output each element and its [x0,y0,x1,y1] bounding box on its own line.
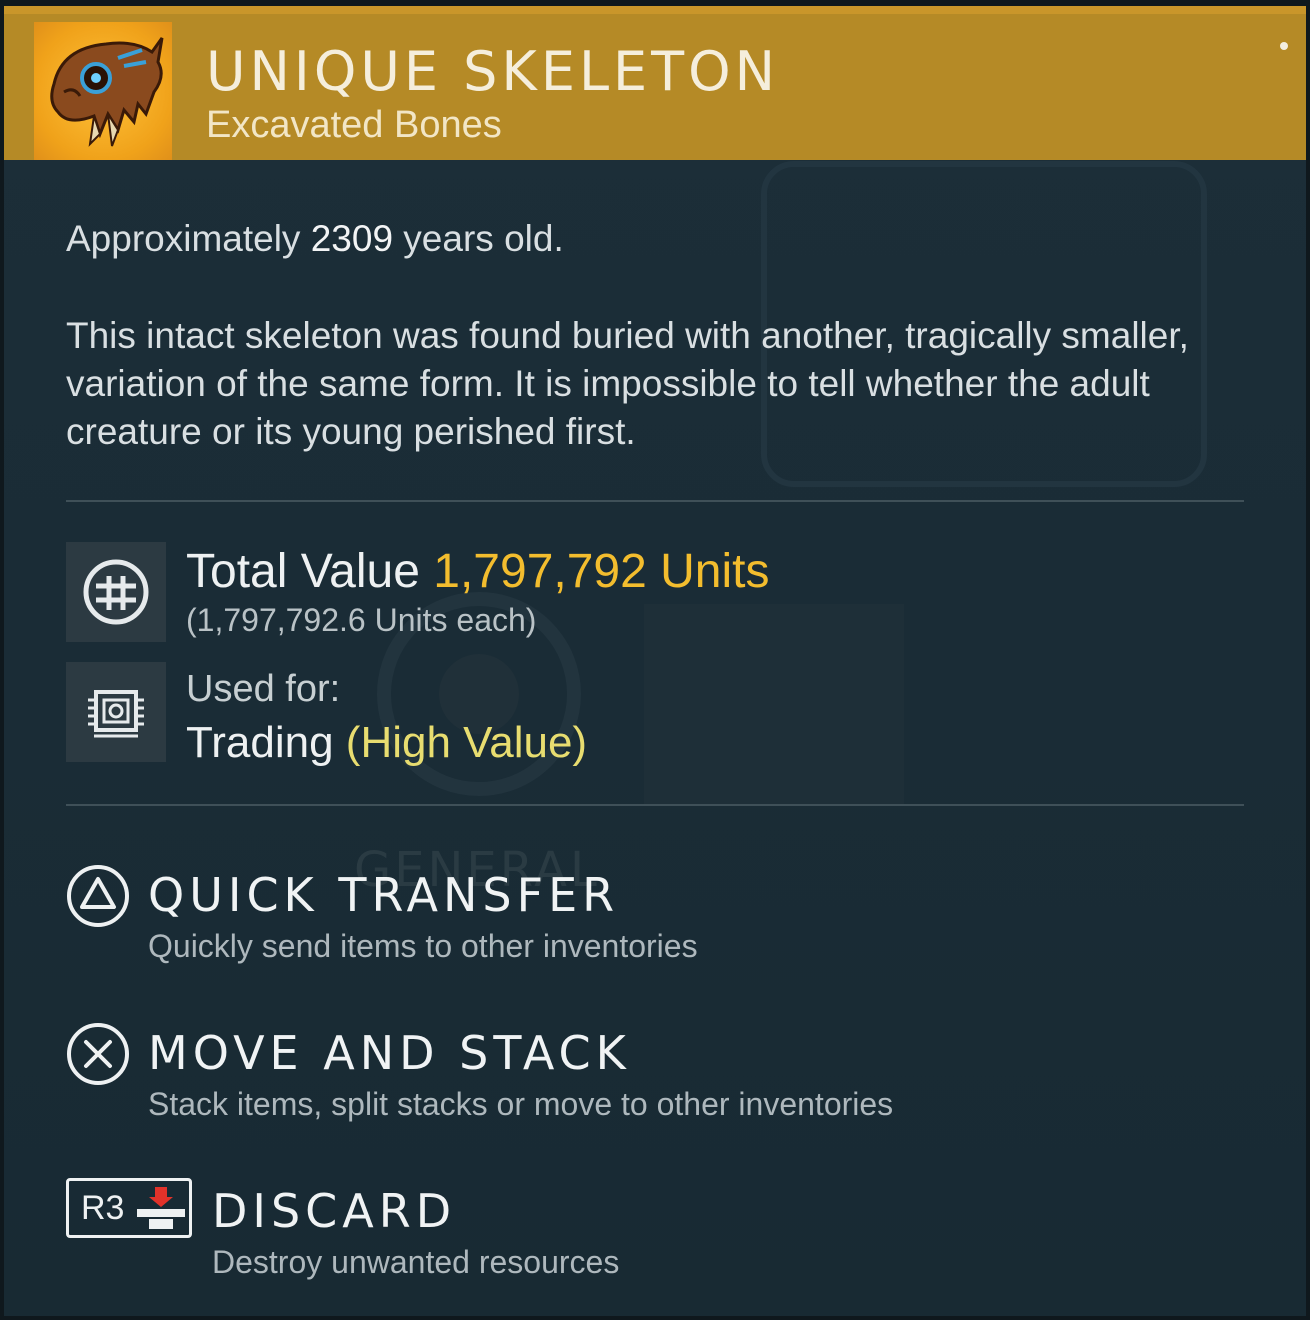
divider [66,804,1244,806]
item-header: UNIQUE SKELETON Excavated Bones [4,14,1306,160]
age-number: 2309 [310,218,394,259]
total-value: Total Value 1,797,792 Units [186,545,770,598]
total-value-amount: 1,797,792 Units [433,545,770,598]
action-description: Stack items, split stacks or move to oth… [148,1086,894,1122]
used-for-value: Trading (High Value) [186,718,588,767]
cross-button-icon [66,1022,130,1086]
item-category: Excavated Bones [206,104,502,146]
action-title: QUICK TRANSFER [148,868,620,922]
action-description: Quickly send items to other inventories [148,928,698,964]
high-value-tag: (High Value) [333,718,588,767]
r3-button-label: R3 [81,1189,125,1227]
triangle-button-icon [66,864,130,928]
discard-action[interactable]: R3 DISCARD Destroy unwanted resources [66,1178,686,1288]
move-and-stack-action[interactable]: MOVE AND STACK Stack items, split stacks… [66,1020,1026,1130]
action-title: MOVE AND STACK [148,1026,631,1080]
trade-chip-icon [66,662,166,762]
unit-price: (1,797,792.6 Units each) [186,602,537,638]
notification-dot [1280,42,1288,50]
r3-button-icon: R3 [66,1178,192,1238]
item-description: This intact skeleton was found buried wi… [66,315,1189,452]
divider [66,500,1244,502]
item-age: Approximately 2309 years old. [66,218,564,259]
action-description: Destroy unwanted resources [212,1244,620,1280]
item-tooltip-panel: UNIQUE SKELETON Excavated Bones Approxim… [4,6,1306,1316]
units-currency-icon [66,542,166,642]
action-title: DISCARD [212,1184,457,1238]
skull-icon [34,22,172,160]
used-for-label: Used for: [186,668,341,710]
discard-arrow-icon [137,1187,185,1229]
item-title: UNIQUE SKELETON [206,40,780,103]
quick-transfer-action[interactable]: QUICK TRANSFER Quickly send items to oth… [66,862,826,972]
